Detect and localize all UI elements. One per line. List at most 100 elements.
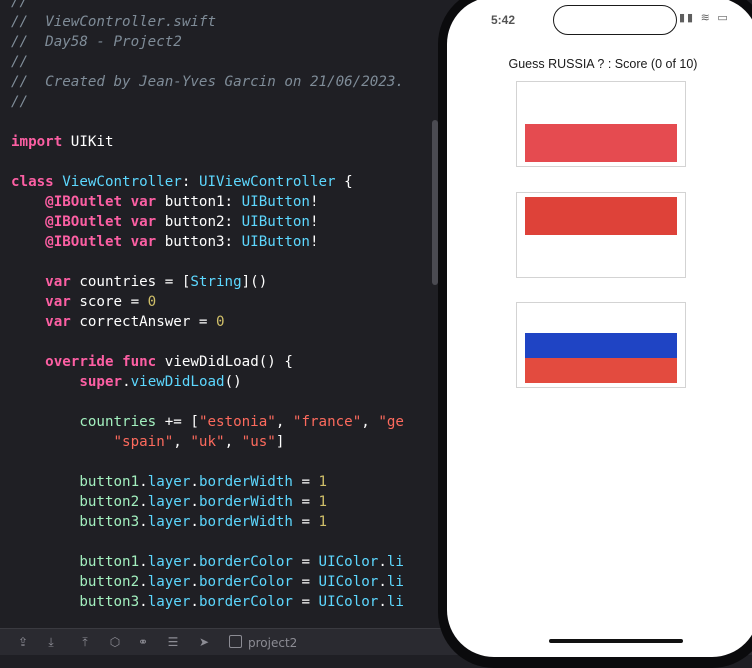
- code-token: class: [11, 174, 54, 190]
- view-hierarchy-icon[interactable]: ⬡: [108, 635, 122, 649]
- code-line[interactable]: button2.layer.borderWidth = 1: [11, 492, 327, 512]
- code-token: //: [11, 54, 29, 70]
- code-line[interactable]: //: [11, 52, 28, 72]
- code-token: .: [190, 554, 199, 570]
- code-token: 0: [216, 314, 225, 330]
- code-token: =: [292, 574, 319, 590]
- home-indicator: [549, 639, 683, 643]
- code-line[interactable]: var countries = [String](): [11, 272, 267, 292]
- code-token: 1: [318, 494, 328, 510]
- code-line[interactable]: button3.layer.borderWidth = 1: [11, 512, 327, 532]
- code-line[interactable]: // Created by Jean-Yves Garcin on 21/06/…: [11, 72, 404, 92]
- app-icon: [229, 635, 242, 648]
- code-line[interactable]: //: [11, 92, 28, 112]
- code-line[interactable]: "spain", "uk", "us"]: [11, 432, 285, 452]
- code-line[interactable]: button1.layer.borderColor = UIColor.li: [11, 552, 404, 572]
- step-over-icon[interactable]: ⤓: [44, 635, 58, 649]
- code-token: button2: [79, 574, 140, 590]
- code-line[interactable]: countries += ["estonia", "france", "ge: [11, 412, 404, 432]
- code-line[interactable]: button2.layer.borderColor = UIColor.li: [11, 572, 404, 592]
- run-target[interactable]: project2: [229, 635, 298, 650]
- code-line[interactable]: @IBOutlet var button2: UIButton!: [11, 212, 319, 232]
- code-token: // Created by Jean-Yves Garcin on 21/06/…: [11, 74, 404, 90]
- code-token: .: [190, 574, 199, 590]
- flag-button-3[interactable]: [516, 302, 686, 388]
- code-token: .: [378, 574, 387, 590]
- navigation-title: Guess RUSSIA ? : Score (0 of 10): [508, 57, 698, 71]
- code-token: !: [309, 214, 319, 230]
- code-line[interactable]: button3.layer.borderColor = UIColor.li: [11, 592, 404, 612]
- code-token: viewDidLoad: [130, 374, 225, 390]
- code-token: UIViewController: [198, 174, 336, 190]
- code-token: .: [190, 474, 199, 490]
- code-token: "us": [241, 434, 276, 450]
- code-token: li: [386, 594, 404, 610]
- hide-debug-area-icon[interactable]: ⇪: [16, 635, 30, 649]
- code-token: .: [378, 554, 387, 570]
- code-line[interactable]: super.viewDidLoad(): [11, 372, 241, 392]
- code-token: borderWidth: [198, 514, 293, 530]
- code-token: import: [11, 134, 63, 150]
- code-token: UIColor: [318, 554, 379, 570]
- flag-stripe: [525, 197, 677, 235]
- code-line[interactable]: // Day58 - Project2: [11, 32, 182, 52]
- code-token: button1:: [156, 194, 242, 210]
- code-token: UIButton: [241, 214, 310, 230]
- code-token: 0: [147, 294, 157, 310]
- code-token: var: [130, 214, 157, 230]
- code-token: countries = [: [70, 274, 191, 290]
- code-token: viewDidLoad() {: [156, 354, 293, 370]
- code-line[interactable]: class ViewController: UIViewController {: [11, 172, 353, 192]
- flag-button-1[interactable]: [516, 81, 686, 167]
- code-line[interactable]: // ViewController.swift: [11, 12, 216, 32]
- step-into-icon[interactable]: ⤒: [78, 635, 92, 649]
- code-token: super: [79, 374, 123, 390]
- code-token: button3: [79, 514, 140, 530]
- code-token: .: [139, 574, 148, 590]
- code-line[interactable]: button1.layer.borderWidth = 1: [11, 472, 327, 492]
- run-target-label: project2: [248, 636, 298, 650]
- code-line[interactable]: var correctAnswer = 0: [11, 312, 225, 332]
- code-token: .: [139, 594, 148, 610]
- dynamic-island: [553, 5, 677, 35]
- memory-graph-icon[interactable]: ⚭: [136, 635, 150, 649]
- status-icons: ▮▮ ≋ ▭: [679, 11, 730, 24]
- code-token: layer: [147, 474, 191, 490]
- code-token: func: [122, 354, 157, 370]
- code-token: .: [190, 594, 199, 610]
- environment-overrides-icon[interactable]: ☰: [166, 635, 180, 649]
- code-line[interactable]: @IBOutlet var button3: UIButton!: [11, 232, 319, 252]
- code-token: button3:: [156, 234, 242, 250]
- code-line[interactable]: //: [11, 0, 28, 12]
- code-token: borderWidth: [198, 474, 293, 490]
- code-token: layer: [147, 554, 191, 570]
- location-icon[interactable]: ➤: [197, 635, 211, 649]
- code-token: "estonia": [198, 414, 276, 430]
- code-line[interactable]: import UIKit: [11, 132, 114, 152]
- code-token: button3: [79, 594, 140, 610]
- code-token: += [: [156, 414, 199, 430]
- flag-button-2[interactable]: [516, 192, 686, 278]
- code-token: borderColor: [198, 594, 293, 610]
- code-token: li: [386, 574, 404, 590]
- code-line[interactable]: @IBOutlet var button1: UIButton!: [11, 192, 318, 212]
- code-token: //: [11, 94, 29, 110]
- code-line[interactable]: override func viewDidLoad() {: [11, 352, 293, 372]
- code-token: !: [309, 234, 319, 250]
- code-line[interactable]: var score = 0: [11, 292, 156, 312]
- code-token: //: [11, 0, 29, 10]
- code-token: String: [190, 274, 242, 290]
